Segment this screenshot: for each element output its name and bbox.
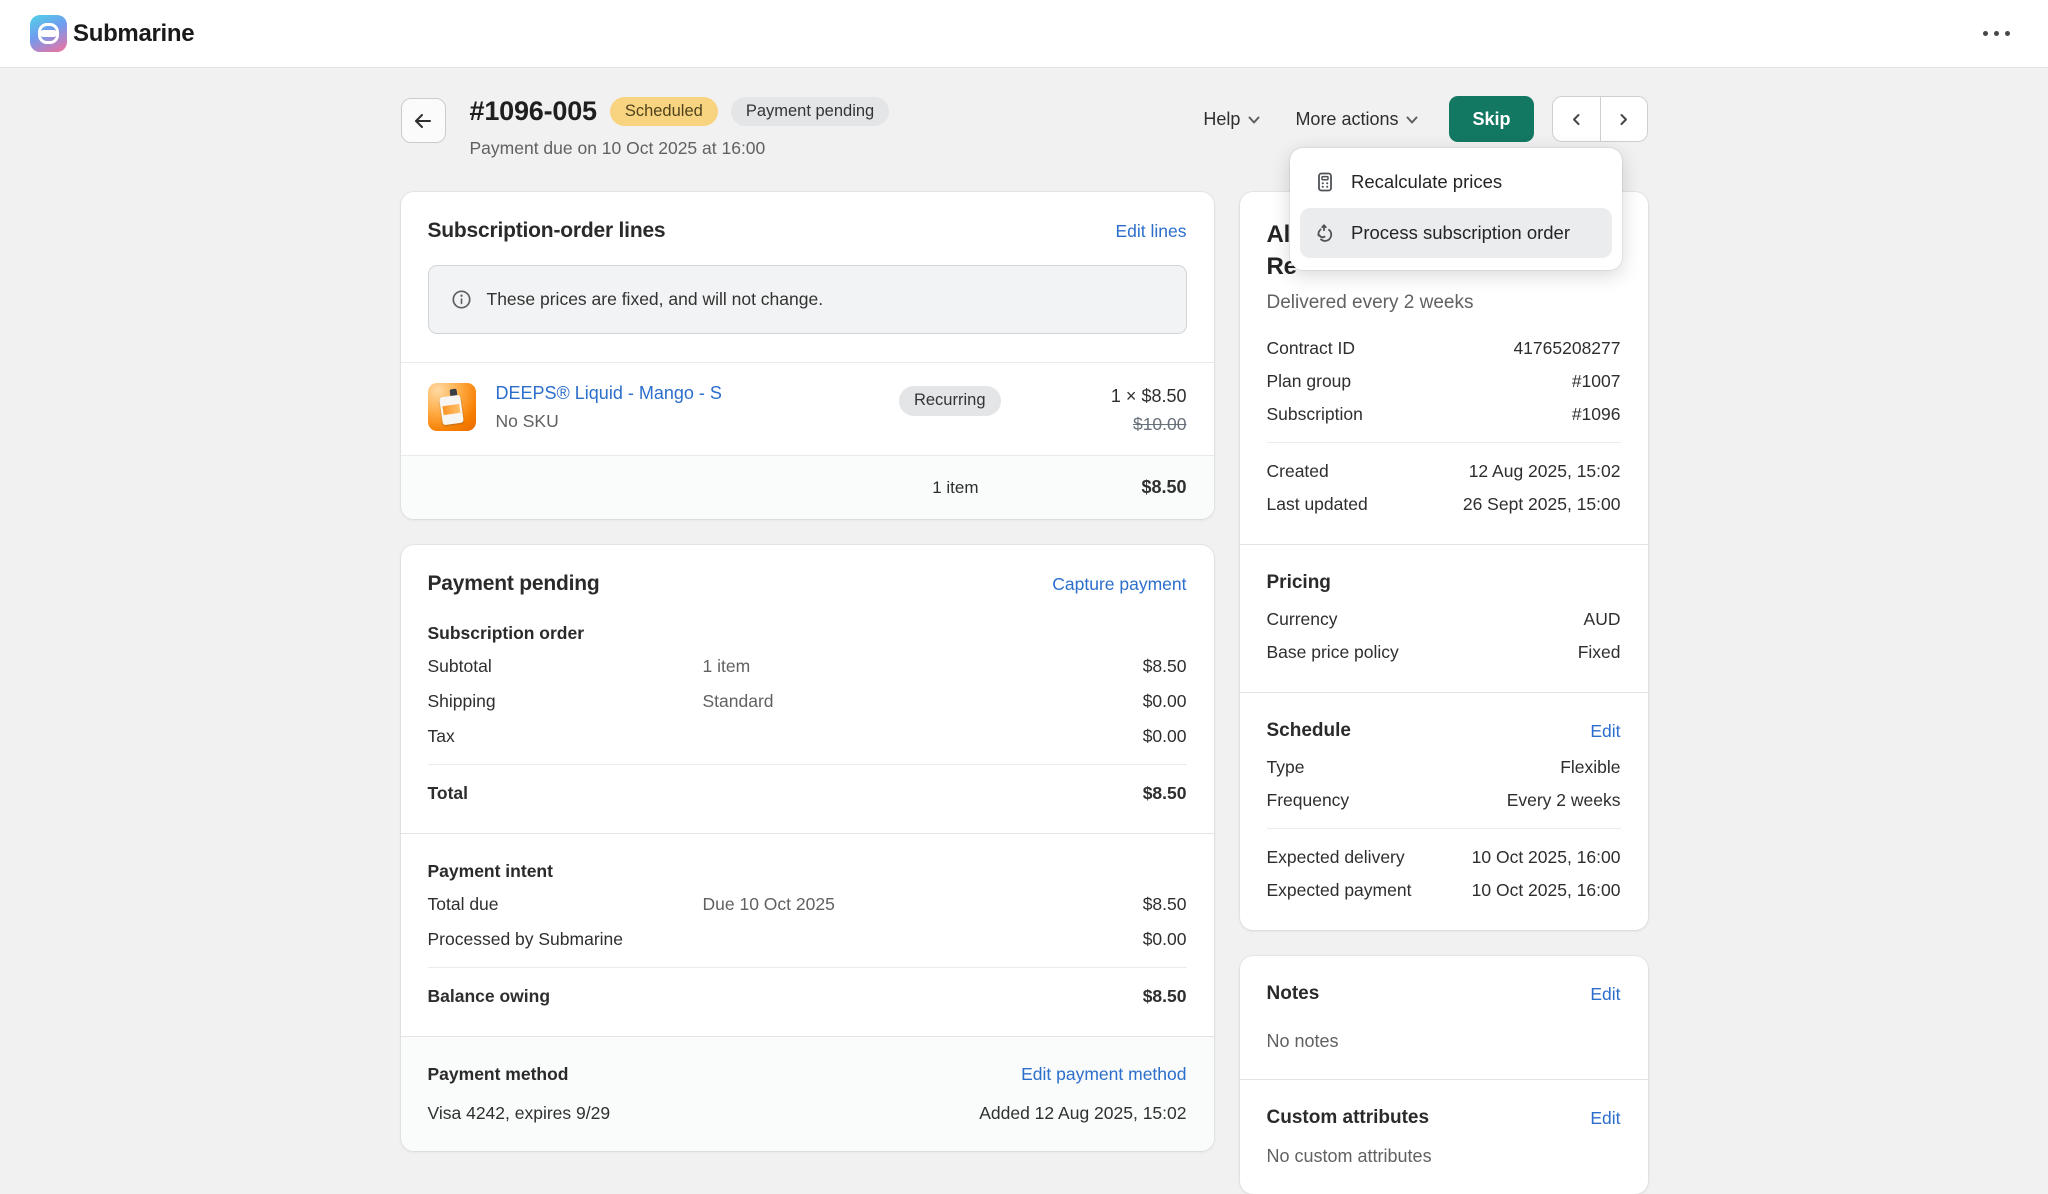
product-sku: No SKU <box>496 411 722 432</box>
status-badge-payment-pending: Payment pending <box>731 97 889 127</box>
chevron-down-icon <box>1405 111 1419 127</box>
capture-payment-link[interactable]: Capture payment <box>1052 574 1186 595</box>
more-actions-button[interactable]: More actions <box>1283 101 1431 138</box>
app-name: Submarine <box>73 20 194 48</box>
payment-method-heading: Payment method <box>428 1064 569 1085</box>
back-button[interactable] <box>401 98 446 143</box>
notes-card: Notes Edit No notes Custom attributes Ed… <box>1240 956 1648 1194</box>
plan-group-row: Plan group #1007 <box>1267 368 1621 394</box>
schedule-heading: Schedule <box>1267 720 1351 742</box>
order-lines-footer: 1 item $8.50 <box>401 455 1214 519</box>
recurring-badge: Recurring <box>899 386 1001 416</box>
created-row: Created 12 Aug 2025, 15:02 <box>1267 458 1621 484</box>
subscription-order-lines-card: Subscription-order lines Edit lines Thes… <box>401 192 1214 519</box>
subtotal-row: Subtotal 1 item $8.50 <box>428 653 1187 679</box>
page-subtitle: Payment due on 10 Oct 2025 at 16:00 <box>470 138 890 159</box>
line-item-row: DEEPS® Liquid - Mango - S No SKU Recurri… <box>401 362 1214 455</box>
pricing-heading: Pricing <box>1267 572 1621 594</box>
processed-row: Processed by Submarine $0.00 <box>428 926 1187 952</box>
process-order-icon <box>1314 222 1336 244</box>
subscription-row: Subscription #1096 <box>1267 401 1621 427</box>
status-badge-scheduled: Scheduled <box>610 97 718 127</box>
edit-schedule-link[interactable]: Edit <box>1590 721 1620 742</box>
delivery-frequency-text: Delivered every 2 weeks <box>1267 292 1621 314</box>
previous-order-button[interactable] <box>1553 97 1600 141</box>
menu-item-recalculate-prices[interactable]: Recalculate prices <box>1300 160 1612 204</box>
payment-card-title: Payment pending <box>428 572 600 596</box>
notes-heading: Notes <box>1267 983 1320 1005</box>
page-title: #1096-005 <box>470 96 597 127</box>
notes-empty-text: No notes <box>1267 1031 1621 1052</box>
fixed-prices-banner: These prices are fixed, and will not cha… <box>428 265 1187 334</box>
payment-method-section: Payment method Edit payment method Visa … <box>401 1037 1214 1151</box>
payment-method-added: Added 12 Aug 2025, 15:02 <box>979 1103 1186 1124</box>
base-price-policy-row: Base price policy Fixed <box>1267 639 1621 665</box>
payment-pending-card: Payment pending Capture payment Subscrip… <box>401 545 1214 1151</box>
schedule-type-row: Type Flexible <box>1267 754 1621 780</box>
menu-item-process-subscription-order[interactable]: Process subscription order <box>1300 208 1612 258</box>
subscription-summary-card: Al Re Delivered every 2 weeks Contract I… <box>1240 192 1648 930</box>
tax-row: Tax $0.00 <box>428 723 1187 749</box>
expected-payment-row: Expected payment 10 Oct 2025, 16:00 <box>1267 877 1621 903</box>
overflow-menu-icon[interactable] <box>1975 23 2018 44</box>
total-due-row: Total due Due 10 Oct 2025 $8.50 <box>428 891 1187 917</box>
help-button[interactable]: Help <box>1191 101 1273 138</box>
calculator-icon <box>1314 171 1336 193</box>
edit-custom-attributes-link[interactable]: Edit <box>1590 1108 1620 1129</box>
edit-lines-link[interactable]: Edit lines <box>1115 221 1186 242</box>
product-title-link[interactable]: DEEPS® Liquid - Mango - S <box>496 383 722 404</box>
currency-row: Currency AUD <box>1267 606 1621 632</box>
chevron-left-icon <box>1569 112 1584 127</box>
more-actions-menu: Recalculate prices Process subscription … <box>1290 148 1622 270</box>
edit-payment-method-link[interactable]: Edit payment method <box>1021 1064 1186 1085</box>
info-icon <box>451 289 472 310</box>
back-arrow-icon <box>412 110 434 132</box>
chevron-down-icon <box>1247 111 1261 127</box>
product-thumbnail <box>428 383 476 431</box>
order-lines-title: Subscription-order lines <box>428 219 666 243</box>
next-order-button[interactable] <box>1600 97 1647 141</box>
last-updated-row: Last updated 26 Sept 2025, 15:00 <box>1267 491 1621 517</box>
pagination <box>1552 96 1648 142</box>
chevron-right-icon <box>1616 112 1631 127</box>
submarine-logo-icon <box>30 15 67 52</box>
banner-text: These prices are fixed, and will not cha… <box>487 289 824 310</box>
payment-method-card: Visa 4242, expires 9/29 <box>428 1103 611 1124</box>
shipping-row: Shipping Standard $0.00 <box>428 688 1187 714</box>
custom-attributes-empty-text: No custom attributes <box>1267 1146 1621 1167</box>
frequency-row: Frequency Every 2 weeks <box>1267 787 1621 813</box>
payment-intent-heading: Payment intent <box>428 861 1187 882</box>
skip-button[interactable]: Skip <box>1449 96 1533 142</box>
line-original-price: $10.00 <box>1001 414 1187 435</box>
contract-id-row: Contract ID 41765208277 <box>1267 335 1621 361</box>
total-row: Total $8.50 <box>428 780 1187 806</box>
subscription-order-heading: Subscription order <box>428 623 1187 644</box>
plan-group-link[interactable]: #1007 <box>1572 368 1621 394</box>
topbar: Submarine <box>0 0 2048 68</box>
expected-delivery-row: Expected delivery 10 Oct 2025, 16:00 <box>1267 844 1621 870</box>
balance-owing-row: Balance owing $8.50 <box>428 983 1187 1009</box>
line-qty-price: 1 × $8.50 <box>1001 386 1187 407</box>
item-count: 1 item <box>932 478 978 498</box>
subscription-link[interactable]: #1096 <box>1572 401 1621 427</box>
custom-attributes-heading: Custom attributes <box>1267 1107 1430 1129</box>
lines-total: $8.50 <box>979 477 1187 498</box>
edit-notes-link[interactable]: Edit <box>1590 984 1620 1005</box>
